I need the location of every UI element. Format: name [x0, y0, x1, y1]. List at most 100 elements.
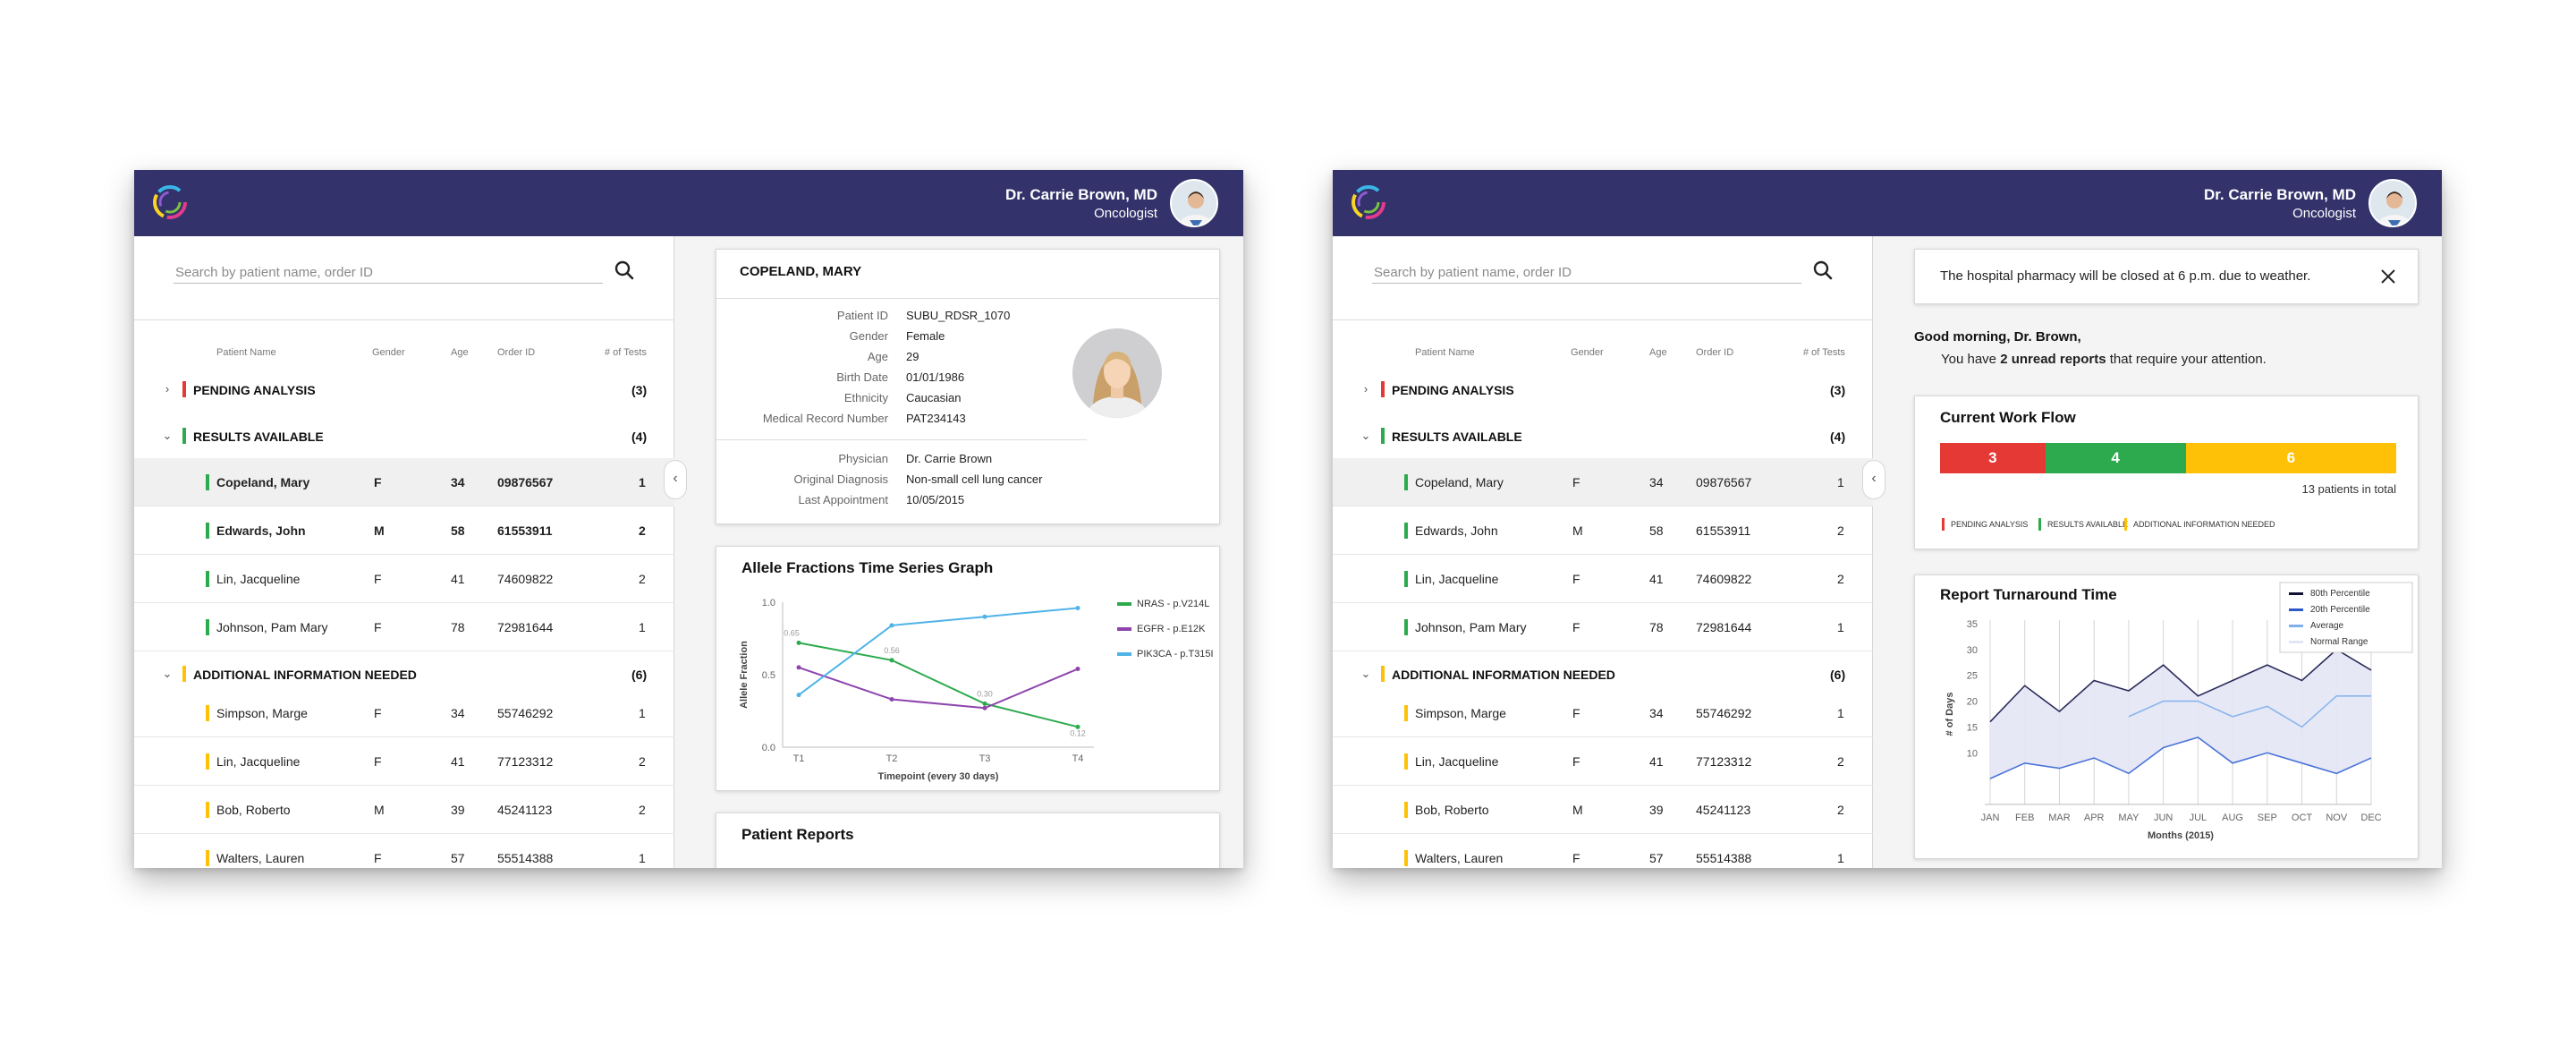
group-pending-analysis[interactable]: › PENDING ANALYSIS (3) [134, 370, 674, 410]
search-input[interactable]: Search by patient name, order ID [175, 265, 373, 280]
patient-order-id: 09876567 [497, 475, 554, 489]
chevron-down-icon[interactable]: ⌄ [161, 430, 174, 442]
column-header-name[interactable]: Patient Name [216, 347, 276, 358]
chevron-right-icon[interactable]: › [1360, 383, 1372, 396]
column-header-age[interactable]: Age [451, 347, 469, 358]
search-icon[interactable] [1809, 256, 1839, 286]
field-label: Original Diagnosis [793, 472, 889, 486]
chevron-down-icon[interactable]: ⌄ [1360, 430, 1372, 442]
legend-label: PIK3CA - p.T315I [1137, 649, 1214, 659]
table-row[interactable]: Walters, Lauren F 57 55514388 1 [134, 834, 674, 868]
search-icon[interactable] [610, 256, 640, 286]
patient-name: Lin, Jacqueline [1415, 572, 1499, 586]
workflow-segment[interactable]: 4 [2045, 443, 2186, 473]
table-row[interactable]: Walters, Lauren F 57 55514388 1 [1333, 834, 1873, 868]
patient-name: Edwards, John [216, 523, 306, 538]
group-count: (3) [1830, 383, 1846, 397]
table-row[interactable]: Lin, Jacqueline F 41 77123312 2 [1333, 737, 1873, 786]
data-label: 0.65 [784, 628, 800, 637]
column-header-order-id[interactable]: Order ID [1696, 347, 1733, 358]
app-header: Dr. Carrie Brown, MD Oncologist [1333, 170, 2442, 236]
app-logo-icon[interactable] [1347, 181, 1390, 224]
column-header-age[interactable]: Age [1649, 347, 1667, 358]
status-bar-green [206, 474, 209, 490]
table-row[interactable]: Lin, Jacqueline F 41 74609822 2 [1333, 555, 1873, 603]
patient-name: Lin, Jacqueline [216, 572, 301, 586]
patient-order-id: 61553911 [497, 523, 553, 538]
patient-age: 34 [1649, 475, 1664, 489]
patient-age: 41 [451, 572, 465, 586]
group-pending-analysis[interactable]: › PENDING ANALYSIS (3) [1333, 370, 1873, 410]
table-row[interactable]: Johnson, Pam Mary F 78 72981644 1 [1333, 603, 1873, 651]
table-row[interactable]: Bob, Roberto M 39 45241123 2 [1333, 786, 1873, 834]
doctor-role: Oncologist [2292, 206, 2356, 221]
x-tick-label: T4 [1072, 753, 1084, 764]
table-row[interactable]: Copeland, Mary F 34 09876567 1 [1333, 458, 1873, 506]
patient-order-id: 55746292 [1696, 706, 1752, 720]
patient-gender: F [1572, 620, 1580, 634]
x-tick-label: OCT [2292, 813, 2313, 823]
collapse-panel-button[interactable]: ‹ [664, 460, 687, 499]
table-row[interactable]: Bob, Roberto M 39 45241123 2 [134, 786, 674, 834]
chevron-down-icon[interactable]: ⌄ [1360, 668, 1372, 680]
status-bar-green [1381, 428, 1385, 444]
column-header-tests[interactable]: # of Tests [605, 347, 647, 358]
x-tick-label: AUG [2222, 813, 2243, 823]
field-value: Non-small cell lung cancer [906, 472, 1043, 486]
status-bar-yellow [1404, 705, 1408, 721]
patient-tests: 2 [1837, 572, 1844, 586]
table-row[interactable]: Simpson, Marge F 34 55746292 1 [1333, 689, 1873, 737]
field-label: Birth Date [836, 370, 888, 384]
x-tick-label: MAR [2048, 813, 2071, 823]
doctor-avatar[interactable] [1170, 179, 1218, 227]
table-row[interactable]: Edwards, John M 58 61553911 2 [134, 506, 674, 555]
column-header-gender[interactable]: Gender [1571, 347, 1604, 358]
collapse-panel-button[interactable]: ‹ [1862, 460, 1885, 499]
greeting-text: You have [1941, 352, 2001, 367]
patient-tests: 1 [639, 706, 646, 720]
patient-gender: F [374, 475, 382, 489]
patient-name: Lin, Jacqueline [1415, 754, 1499, 769]
column-header-name[interactable]: Patient Name [1415, 347, 1475, 358]
data-point [1075, 667, 1080, 672]
doctor-avatar[interactable] [2368, 179, 2417, 227]
app-logo-icon[interactable] [148, 181, 191, 224]
patient-age: 34 [451, 475, 465, 489]
patient-gender: M [374, 523, 385, 538]
table-row[interactable]: Lin, Jacqueline F 41 77123312 2 [134, 737, 674, 786]
field-value: SUBU_RDSR_1070 [906, 309, 1011, 322]
legend-swatch-yellow [2124, 518, 2127, 531]
table-row[interactable]: Edwards, John M 58 61553911 2 [1333, 506, 1873, 555]
search-input[interactable]: Search by patient name, order ID [1374, 265, 1572, 280]
table-row[interactable]: Simpson, Marge F 34 55746292 1 [134, 689, 674, 737]
close-icon[interactable] [2378, 267, 2398, 286]
status-bar-yellow [1381, 666, 1385, 682]
group-count: (6) [1830, 668, 1846, 682]
field-label: Age [867, 350, 888, 363]
doctor-role: Oncologist [1094, 206, 1157, 221]
field-value: 10/05/2015 [906, 493, 965, 506]
x-tick-label: MAY [2118, 813, 2140, 823]
data-point [796, 640, 801, 645]
patient-tests: 1 [1837, 706, 1844, 720]
table-row[interactable]: Lin, Jacqueline F 41 74609822 2 [134, 555, 674, 603]
chevron-right-icon[interactable]: › [161, 383, 174, 396]
column-header-gender[interactable]: Gender [372, 347, 405, 358]
chevron-down-icon[interactable]: ⌄ [161, 668, 174, 680]
allele-fraction-chart: 0.0 0.5 1.0 T1 T2 T3 T4 Timepoint (every 30 day… [739, 598, 1214, 782]
table-row[interactable]: Johnson, Pam Mary F 78 72981644 1 [134, 603, 674, 651]
y-axis-title: # of Days [1945, 693, 1955, 736]
greeting-text: that require your attention. [2106, 352, 2267, 367]
group-results-available[interactable]: ⌄ RESULTS AVAILABLE (4) [1333, 417, 1873, 456]
patient-tests: 1 [639, 851, 646, 865]
unread-reports-count[interactable]: 2 unread reports [2000, 352, 2106, 367]
column-header-order-id[interactable]: Order ID [497, 347, 535, 358]
status-bar-yellow [1404, 802, 1408, 818]
workflow-segment[interactable]: 3 [1940, 443, 2046, 473]
column-header-tests[interactable]: # of Tests [1803, 347, 1845, 358]
patient-order-id: 61553911 [1696, 523, 1751, 538]
table-row[interactable]: Copeland, Mary F 34 09876567 1 [134, 458, 674, 506]
group-results-available[interactable]: ⌄ RESULTS AVAILABLE (4) [134, 417, 674, 456]
patient-name: Bob, Roberto [216, 803, 291, 817]
workflow-segment[interactable]: 6 [2185, 443, 2396, 473]
